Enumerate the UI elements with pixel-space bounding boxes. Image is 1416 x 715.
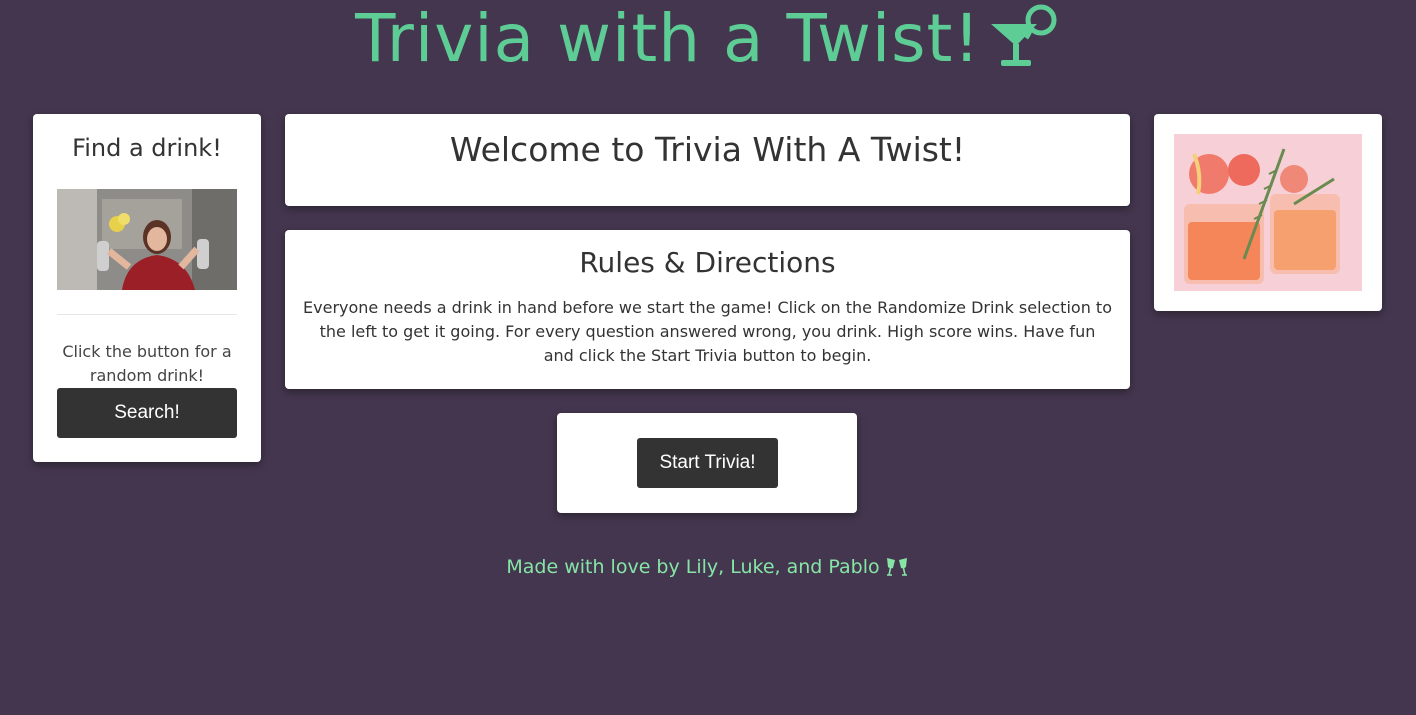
- find-drink-card: Find a drink! Click the button for a ran…: [33, 114, 261, 462]
- random-drink-hint: Click the button for a random drink!: [62, 342, 232, 385]
- footer-text: Made with love by Lily, Luke, and Pablo: [506, 556, 880, 578]
- rules-text: Everyone needs a drink in hand before we…: [303, 298, 1112, 365]
- site-title: Trivia with a Twist!: [0, 0, 1416, 80]
- rules-card: Rules & Directions Everyone needs a drin…: [285, 230, 1130, 389]
- start-card: Start Trivia!: [557, 413, 857, 513]
- clinking-glasses-icon: [886, 558, 907, 576]
- welcome-title: Welcome to Trivia With A Twist!: [449, 130, 966, 169]
- footer: Made with love by Lily, Luke, and Pablo: [0, 553, 1416, 581]
- search-button[interactable]: Search!: [57, 388, 237, 438]
- drink-image-card: [1154, 114, 1382, 311]
- site-title-text: Trivia with a Twist!: [355, 0, 981, 77]
- drink-photo: [1174, 134, 1362, 291]
- cocktail-glass-icon: [990, 4, 1057, 66]
- welcome-card: Welcome to Trivia With A Twist!: [285, 114, 1130, 206]
- start-trivia-button[interactable]: Start Trivia!: [637, 438, 778, 488]
- rules-title: Rules & Directions: [579, 246, 836, 279]
- drink-gif: [57, 189, 237, 290]
- find-drink-heading: Find a drink!: [72, 134, 222, 162]
- divider: [57, 314, 237, 315]
